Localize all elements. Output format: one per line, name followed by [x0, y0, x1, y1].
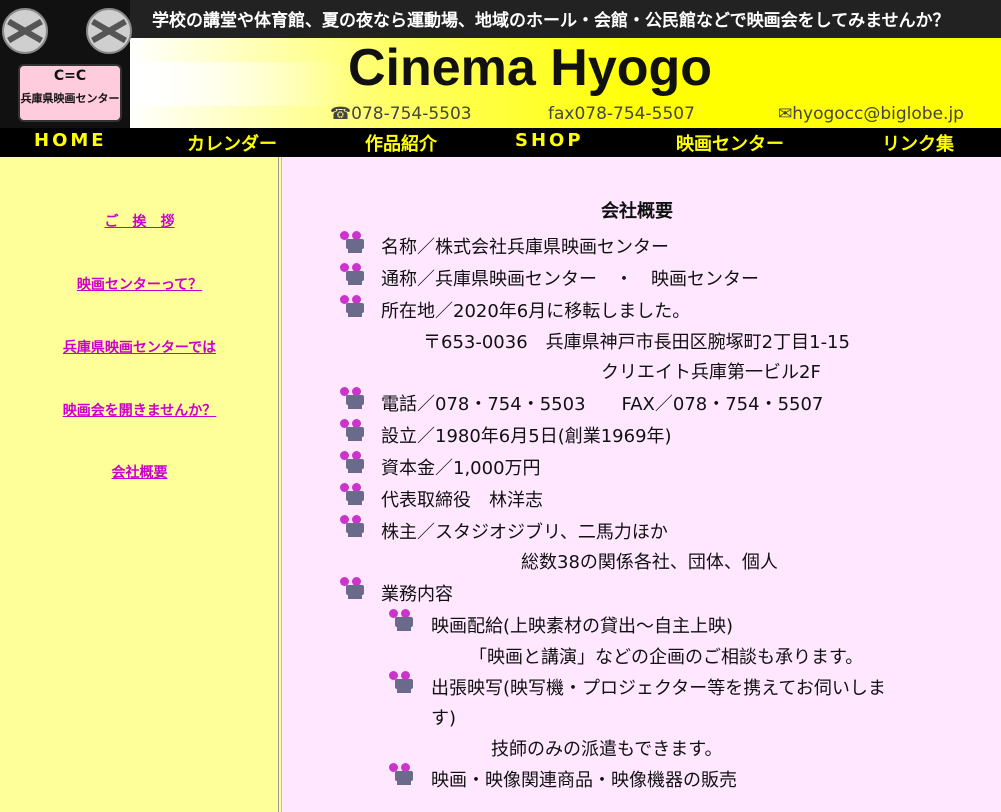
- business-distribution-note: 「映画と講演」などの企画のご相談も承ります。: [469, 647, 864, 668]
- projector-bullet-icon: [340, 295, 372, 319]
- phone-number: ☎078-754-5503: [330, 104, 472, 124]
- projector-bullet-icon: [389, 763, 421, 787]
- projector-bullet-icon: [340, 515, 372, 539]
- business-projection-cont: す): [431, 708, 457, 729]
- nav-shop[interactable]: SHOP: [515, 130, 584, 151]
- projector-bullet-icon: [340, 577, 372, 601]
- header-tagline: 学校の講堂や体育館、夏の夜なら運動場、地域のホール・会館・公民館などで映画会をし…: [152, 11, 950, 31]
- business-distribution: 映画配給(上映素材の貸出～自主上映): [431, 616, 734, 637]
- nav-works[interactable]: 作品紹介: [365, 130, 437, 156]
- sidebar-link-host-screening[interactable]: 映画会を開きませんか？: [0, 400, 279, 420]
- company-ceo: 代表取締役 林洋志: [381, 490, 543, 511]
- company-shareholders-total: 総数38の関係各社、団体、個人: [521, 552, 778, 573]
- business-projection: 出張映写(映写機・プロジェクター等を携えてお伺いしま: [431, 678, 886, 699]
- company-location: 所在地／2020年6月に移転しました。: [381, 301, 691, 322]
- email-address[interactable]: ✉hyogocc@biglobe.jp: [778, 104, 964, 124]
- company-phone-fax: 電話／078・754・5503 FAX／078・754・5507: [381, 394, 824, 415]
- business-projection-note: 技師のみの派遣もできます。: [491, 739, 723, 760]
- company-name: 名称／株式会社兵庫県映画センター: [381, 237, 669, 258]
- logo-mark: C=C: [53, 68, 87, 84]
- nav-home[interactable]: HOME: [34, 130, 107, 151]
- film-reel-icon: [2, 8, 48, 54]
- company-shareholders: 株主／スタジオジブリ、二馬力ほか: [381, 522, 668, 543]
- main-content: 会社概要 名称／株式会社兵庫県映画センター 通称／兵庫県映画センター ・ 映画セ…: [281, 157, 1001, 812]
- projector-bullet-icon: [389, 671, 421, 695]
- sidebar-link-company-profile[interactable]: 会社概要: [0, 462, 279, 482]
- sidebar-link-greeting[interactable]: ご 挨 拶: [0, 211, 279, 231]
- projector-bullet-icon: [340, 263, 372, 287]
- fax-number: fax078-754-5507: [548, 104, 695, 124]
- company-address: 〒653-0036 兵庫県神戸市長田区腕塚町2丁目1-15: [423, 332, 850, 353]
- main-nav: HOME カレンダー 作品紹介 SHOP 映画センター リンク集: [0, 128, 1001, 157]
- sidebar: ご 挨 拶 映画センターって？ 兵庫県映画センターでは 映画会を開きませんか？ …: [0, 157, 279, 812]
- projector-bullet-icon: [340, 451, 372, 475]
- nav-links[interactable]: リンク集: [882, 130, 954, 156]
- business-sales: 映画・映像関連商品・映像機器の販売: [431, 770, 737, 791]
- projector-bullet-icon: [340, 483, 372, 507]
- site-header: C=C 兵庫県映画センター 学校の講堂や体育館、夏の夜なら運動場、地域のホール・…: [0, 0, 1001, 157]
- film-reel-icon: [86, 8, 132, 54]
- sidebar-link-about-center[interactable]: 映画センターって？: [0, 274, 279, 294]
- nav-calendar[interactable]: カレンダー: [187, 130, 277, 156]
- business-heading: 業務内容: [381, 584, 453, 605]
- nav-film-center[interactable]: 映画センター: [676, 130, 784, 156]
- projector-bullet-icon: [340, 231, 372, 255]
- projector-beam-highlight: [130, 62, 350, 106]
- company-building: クリエイト兵庫第一ビル2F: [601, 362, 821, 383]
- projector-bullet-icon: [389, 609, 421, 633]
- projector-bullet-icon: [340, 387, 372, 411]
- company-alias: 通称／兵庫県映画センター ・ 映画センター: [381, 269, 759, 290]
- company-capital: 資本金／1,000万円: [381, 458, 541, 479]
- page-title: 会社概要: [601, 201, 673, 222]
- sidebar-link-hyogo-center[interactable]: 兵庫県映画センターでは: [0, 337, 279, 357]
- projector-logo[interactable]: C=C 兵庫県映画センター: [18, 64, 122, 122]
- projector-bullet-icon: [340, 419, 372, 443]
- logo-text: 兵庫県映画センター: [20, 92, 120, 105]
- company-founded: 設立／1980年6月5日(創業1969年): [381, 426, 672, 447]
- site-title: Cinema Hyogo: [348, 39, 713, 97]
